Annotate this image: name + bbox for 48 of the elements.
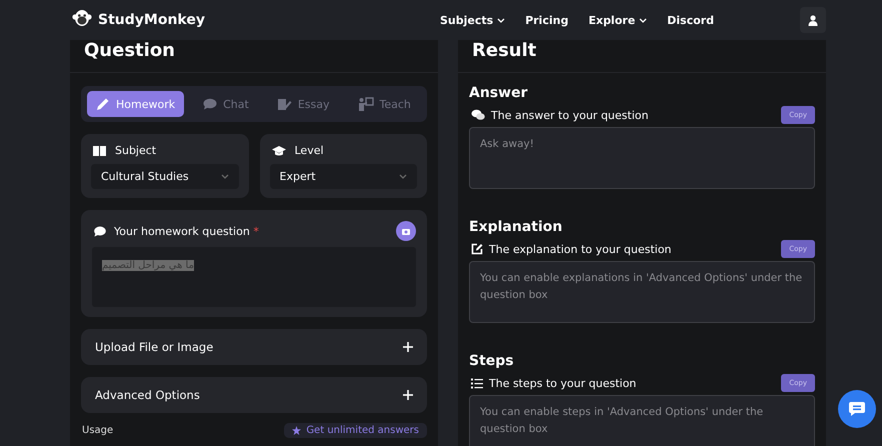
user-icon[interactable] [800,7,826,33]
accordion-header[interactable]: Upload File or Image [81,329,427,365]
field-label: Subject [115,144,156,157]
nav-link[interactable]: Explore [588,14,648,26]
star-icon [292,426,302,435]
field-label: Level [294,144,324,157]
panel-title: Result [472,40,536,62]
document-pen-icon [276,98,292,110]
result-output: You can enable steps in 'Advanced Options' under the question box [469,395,815,446]
chevron-down-icon [497,18,506,22]
nav-link[interactable]: Discord [667,14,714,26]
monkey-logo-icon [72,9,92,27]
nav-link[interactable]: Subjects [440,14,506,26]
chevron-down-icon [220,174,228,179]
speech-bubbles-icon [471,109,485,121]
section-heading: Explanation [469,219,564,235]
dropdown[interactable]: Expert [270,164,417,189]
section-heading: Steps [469,353,515,369]
plus-icon [403,390,413,400]
field-label: The explanation to your question [489,242,672,256]
result-output: Ask away! [469,127,815,189]
dropdown[interactable]: Cultural Studies [91,164,238,189]
chat-button[interactable] [838,390,876,428]
field-label: The steps to your question [489,376,636,390]
chevron-down-icon [639,18,648,22]
pencil-icon [96,97,110,111]
list-icon [471,378,483,388]
book-icon [93,146,106,156]
field-label: Your homework question * [114,224,259,238]
camera-icon [402,228,410,234]
speech-bubble-icon [94,226,106,236]
brand-name[interactable]: StudyMonkey [98,12,205,28]
panel-title: Question [84,40,175,62]
teacher-board-icon [358,97,374,111]
result-output: You can enable explanations in 'Advanced Options' under the question box [469,261,815,323]
speech-bubble-icon [203,98,218,110]
graduation-cap-icon [272,146,286,156]
chevron-down-icon [399,174,407,179]
section-heading: Answer [469,85,528,101]
edit-icon [471,243,483,255]
accordion-header[interactable]: Advanced Options [81,377,427,413]
nav-link[interactable]: Pricing [525,14,568,26]
plus-icon [403,342,413,352]
chat-icon [847,400,867,418]
usage-label: Usage [82,425,114,436]
field-label: The answer to your question [491,108,648,122]
upgrade-button[interactable]: Get unlimited answers [284,423,427,438]
camera-button[interactable] [396,221,416,241]
